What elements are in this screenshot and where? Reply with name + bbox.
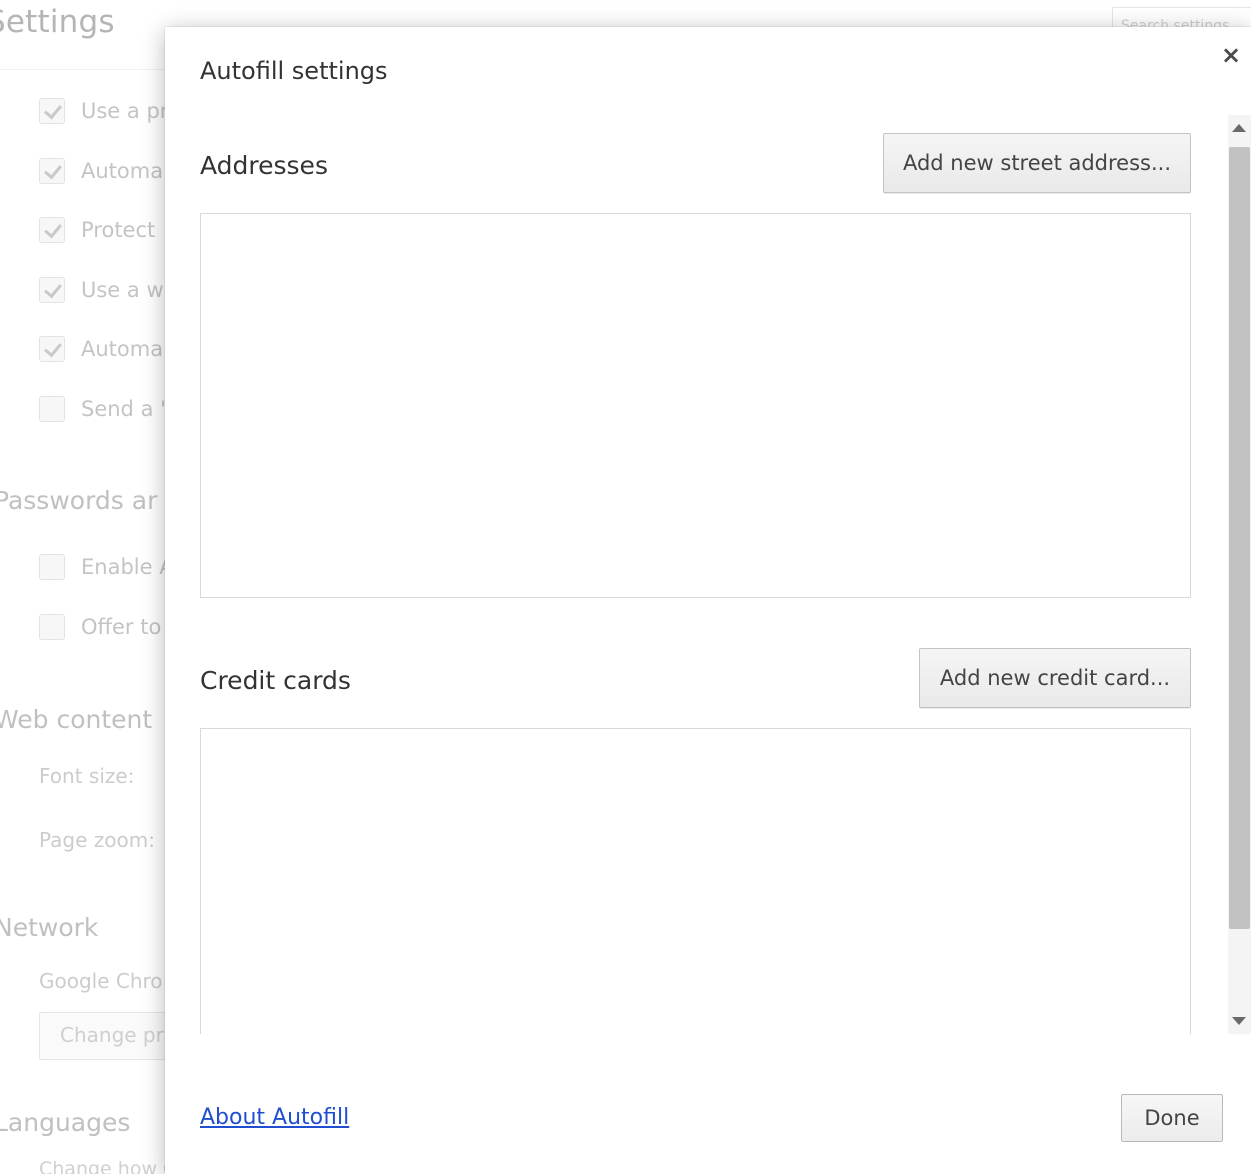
bg-page-zoom-label: Page zoom:: [39, 828, 155, 852]
bg-setting-row-3: Protect: [39, 217, 155, 243]
bg-section-languages: Languages: [0, 1108, 131, 1137]
bg-section-network: Network: [0, 913, 99, 942]
checkbox-checked-icon: [39, 158, 65, 184]
bg-setting-label: Use a w: [81, 278, 164, 302]
addresses-title: Addresses: [200, 151, 328, 180]
scroll-down-arrow-icon[interactable]: [1232, 1017, 1246, 1025]
checkbox-checked-icon: [39, 277, 65, 303]
add-credit-card-button[interactable]: Add new credit card...: [919, 648, 1191, 708]
bg-setting-row-5: Automa: [39, 336, 163, 362]
bg-setting-row-2: Automa: [39, 158, 163, 184]
bg-setting-label: Protect: [81, 218, 156, 242]
scroll-thumb[interactable]: [1229, 147, 1250, 929]
checkbox-checked-icon: [39, 336, 65, 362]
bg-setting-label: Automa: [81, 159, 164, 183]
checkbox-checked-icon: [39, 98, 65, 124]
checkbox-unchecked-icon: [39, 554, 65, 580]
done-button[interactable]: Done: [1121, 1094, 1223, 1142]
addresses-list[interactable]: [200, 213, 1191, 598]
credit-cards-list[interactable]: [200, 728, 1191, 1035]
checkbox-unchecked-icon: [39, 396, 65, 422]
bg-setting-label: Automa: [81, 337, 164, 361]
bg-setting-row-1: Use a pr: [39, 98, 168, 124]
dialog-title: Autofill settings: [200, 57, 388, 85]
bg-setting-label: Offer to: [81, 615, 162, 639]
checkbox-checked-icon: [39, 217, 65, 243]
settings-title: Settings: [0, 4, 115, 40]
bg-setting-row-4: Use a w: [39, 277, 164, 303]
bg-section-passwords: Passwords ar: [0, 486, 158, 515]
credit-cards-title: Credit cards: [200, 666, 351, 695]
bg-setting-label: Use a pr: [81, 99, 169, 123]
bg-setting-row-6: Send a ": [39, 396, 170, 422]
close-icon[interactable]: ×: [1217, 41, 1245, 69]
autofill-settings-dialog: Autofill settings × Addresses Add new st…: [165, 27, 1251, 1174]
bg-setting-label: Enable A: [81, 555, 174, 579]
add-street-address-button[interactable]: Add new street address...: [883, 133, 1191, 193]
about-autofill-link[interactable]: About Autofill: [200, 1105, 349, 1130]
dialog-scrollbar[interactable]: [1228, 115, 1251, 1035]
scroll-up-arrow-icon[interactable]: [1232, 124, 1246, 132]
checkbox-unchecked-icon: [39, 614, 65, 640]
bg-section-web-content: Web content: [0, 705, 153, 734]
bg-setting-label: Send a ": [81, 397, 170, 421]
bg-password-row-2: Offer to: [39, 614, 161, 640]
bg-password-row-1: Enable A: [39, 554, 174, 580]
bg-network-text: Google Chro: [39, 969, 163, 993]
footer-divider: [165, 1034, 1251, 1035]
bg-font-size-label: Font size:: [39, 764, 135, 788]
